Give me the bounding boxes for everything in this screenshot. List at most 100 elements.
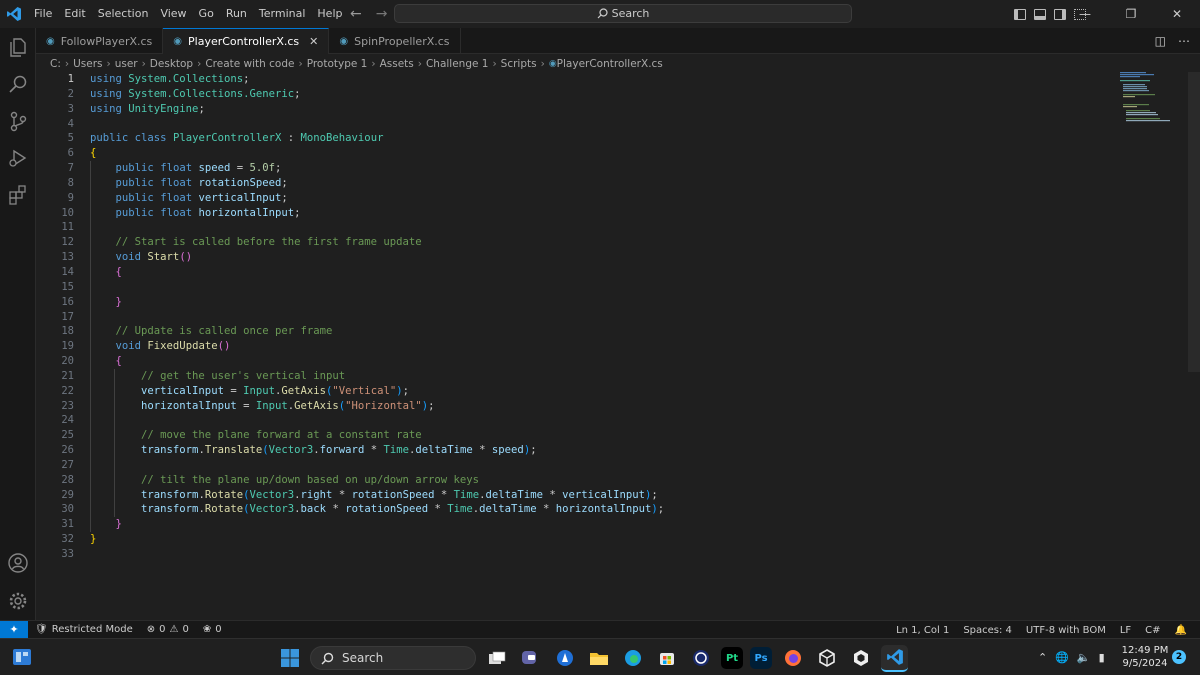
- breadcrumb-item[interactable]: Scripts: [501, 58, 537, 70]
- split-editor-icon[interactable]: ◫: [1155, 34, 1166, 48]
- language-globe-icon[interactable]: 🌐: [1055, 651, 1069, 664]
- breadcrumb-item[interactable]: Create with code: [205, 58, 294, 70]
- code-line[interactable]: // move the plane forward at a constant …: [90, 428, 664, 444]
- code-line[interactable]: using UnityEngine;: [90, 102, 664, 117]
- code-line[interactable]: {: [90, 264, 664, 280]
- code-line[interactable]: using System.Collections;: [90, 72, 664, 87]
- back-arrow-icon[interactable]: ←: [350, 6, 362, 22]
- tab-followplayerx-cs[interactable]: ◉ FollowPlayerX.cs: [36, 28, 164, 54]
- edge-browser-icon[interactable]: [619, 645, 646, 672]
- source-control-icon[interactable]: [7, 110, 29, 132]
- close-tab-icon[interactable]: ✕: [309, 35, 318, 48]
- tab-spinpropellerx-cs[interactable]: ◉ SpinPropellerX.cs: [329, 28, 461, 54]
- restricted-mode-indicator[interactable]: 🛡 Restricted Mode: [28, 624, 140, 635]
- vscode-taskbar-icon[interactable]: [881, 644, 908, 672]
- end-of-line[interactable]: LF: [1113, 625, 1138, 636]
- code-line[interactable]: transform.Rotate(Vector3.right * rotatio…: [90, 487, 664, 503]
- code-line[interactable]: [90, 457, 664, 473]
- code-line[interactable]: [90, 117, 664, 132]
- task-view-icon[interactable]: [483, 645, 510, 672]
- code-line[interactable]: }: [90, 532, 664, 547]
- code-content[interactable]: using System.Collections; using System.Co…: [90, 72, 664, 562]
- pycharm-icon[interactable]: Pt: [721, 647, 743, 669]
- forward-arrow-icon[interactable]: →: [376, 6, 388, 22]
- show-hidden-icons-icon[interactable]: ⌃: [1038, 651, 1047, 664]
- toggle-panel-icon[interactable]: [1034, 8, 1046, 20]
- settings-gear-icon[interactable]: [7, 590, 29, 612]
- taskbar-search[interactable]: Search: [310, 646, 476, 670]
- toggle-primary-sidebar-icon[interactable]: [1014, 8, 1026, 20]
- meet-app-icon[interactable]: [517, 645, 544, 672]
- code-line[interactable]: public float speed = 5.0f;: [90, 161, 664, 176]
- code-line[interactable]: public float horizontalInput;: [90, 205, 664, 221]
- battery-icon[interactable]: ▮: [1099, 651, 1105, 664]
- minimize-icon[interactable]: —: [1062, 7, 1108, 21]
- language-mode[interactable]: C#: [1138, 625, 1167, 636]
- code-line[interactable]: {: [90, 354, 664, 369]
- indentation[interactable]: Spaces: 4: [956, 625, 1019, 636]
- menu-item-selection[interactable]: Selection: [92, 0, 155, 28]
- code-line[interactable]: public class PlayerControllerX : MonoBeh…: [90, 131, 664, 146]
- code-line[interactable]: }: [90, 294, 664, 310]
- menu-item-edit[interactable]: Edit: [58, 0, 91, 28]
- menu-item-go[interactable]: Go: [193, 0, 220, 28]
- firefox-icon[interactable]: [779, 645, 806, 672]
- photoshop-icon[interactable]: Ps: [750, 647, 772, 669]
- menu-item-run[interactable]: Run: [220, 0, 253, 28]
- code-line[interactable]: [90, 279, 664, 295]
- breadcrumb-item[interactable]: user: [115, 58, 138, 70]
- breadcrumb-item[interactable]: PlayerControllerX.cs: [557, 58, 663, 70]
- microsoft-store-icon[interactable]: [653, 645, 680, 672]
- code-line[interactable]: [90, 309, 664, 325]
- file-encoding[interactable]: UTF-8 with BOM: [1019, 625, 1113, 636]
- notification-badge[interactable]: 2: [1172, 650, 1186, 664]
- code-line[interactable]: {: [90, 146, 664, 161]
- code-line[interactable]: verticalInput = Input.GetAxis("Vertical"…: [90, 383, 664, 399]
- notifications-bell-icon[interactable]: 🔔: [1168, 625, 1194, 636]
- code-line[interactable]: // tilt the plane up/down based on up/do…: [90, 472, 664, 488]
- breadcrumb-item[interactable]: Users: [73, 58, 102, 70]
- unity-hub-icon[interactable]: [847, 645, 874, 672]
- code-line[interactable]: transform.Rotate(Vector3.back * rotation…: [90, 502, 664, 518]
- breadcrumb-item[interactable]: Prototype 1: [307, 58, 368, 70]
- menu-item-help[interactable]: Help: [311, 0, 348, 28]
- code-line[interactable]: void FixedUpdate(): [90, 339, 664, 355]
- code-line[interactable]: transform.Translate(Vector3.forward * Ti…: [90, 443, 664, 458]
- code-line[interactable]: // Update is called once per frame: [90, 324, 664, 340]
- code-editor[interactable]: 1 2 3 4 5 6 7 8 9 10 11 12 13 14 15 16 17 18 19 20 21 22 23 24 2…: [36, 72, 1186, 620]
- code-line[interactable]: void Start(): [90, 250, 664, 265]
- cinema4d-icon[interactable]: [687, 645, 714, 672]
- system-clock[interactable]: 12:49 PM 9/5/2024: [1118, 644, 1172, 670]
- volume-icon[interactable]: 🔈: [1077, 651, 1091, 664]
- search-sidebar-icon[interactable]: [7, 73, 29, 95]
- menu-item-file[interactable]: File: [28, 0, 58, 28]
- explorer-icon[interactable]: [7, 36, 29, 58]
- menu-item-terminal[interactable]: Terminal: [253, 0, 312, 28]
- file-explorer-icon[interactable]: [585, 645, 612, 672]
- extensions-icon[interactable]: [7, 184, 29, 206]
- breadcrumb-item[interactable]: C:: [50, 58, 61, 70]
- more-actions-icon[interactable]: ⋯: [1178, 34, 1190, 48]
- ports-indicator[interactable]: ❀ 0: [196, 624, 229, 635]
- command-center-search[interactable]: Search: [394, 4, 852, 23]
- code-line[interactable]: // get the user's vertical input: [90, 368, 664, 384]
- cursor-position[interactable]: Ln 1, Col 1: [889, 625, 956, 636]
- minimap[interactable]: [1120, 72, 1180, 132]
- breadcrumb-item[interactable]: Desktop: [150, 58, 193, 70]
- code-line[interactable]: horizontalInput = Input.GetAxis("Horizon…: [90, 398, 664, 414]
- restore-icon[interactable]: ❐: [1108, 7, 1154, 21]
- tab-playercontrollerx-cs[interactable]: ◉ PlayerControllerX.cs ✕: [163, 28, 330, 54]
- breadcrumb-item[interactable]: Assets: [380, 58, 414, 70]
- breadcrumb-item[interactable]: Challenge 1: [426, 58, 489, 70]
- run-debug-icon[interactable]: [7, 147, 29, 169]
- unity-icon[interactable]: [813, 645, 840, 672]
- problems-indicator[interactable]: ⊗ 0 ⚠ 0: [140, 624, 196, 635]
- close-window-icon[interactable]: ✕: [1154, 7, 1200, 21]
- editor-scrollbar[interactable]: [1188, 72, 1200, 372]
- code-line[interactable]: using System.Collections.Generic;: [90, 87, 664, 102]
- code-line[interactable]: public float rotationSpeed;: [90, 175, 664, 191]
- code-line[interactable]: public float verticalInput;: [90, 190, 664, 206]
- code-line[interactable]: }: [90, 517, 664, 533]
- code-line[interactable]: [90, 413, 664, 429]
- remote-indicator-icon[interactable]: ✦: [0, 620, 28, 639]
